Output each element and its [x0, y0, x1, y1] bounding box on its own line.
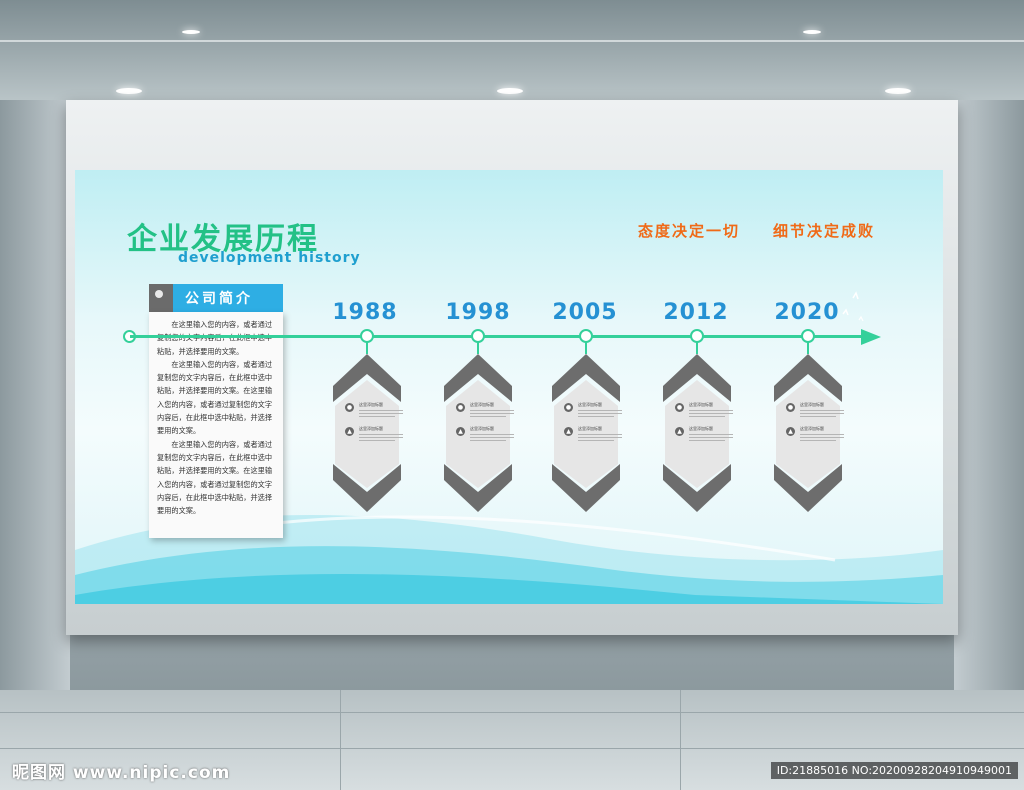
timeline-year: 2020 — [774, 300, 840, 325]
intro-title: 公司简介 — [185, 291, 253, 307]
timeline-item: ▲ 这里添加标题 — [786, 426, 844, 448]
board-graphic: 企业发展历程 development history 态度决定一切 细节决定成败… — [75, 170, 943, 604]
intro-tab-pin — [149, 284, 173, 312]
timeline-year: 1988 — [332, 300, 398, 325]
floor-tile-line — [0, 748, 1024, 749]
intro-box: 在这里输入您的内容，或者通过复制您的文字内容后，在此框中选中粘贴，并选择要用的文… — [149, 312, 283, 538]
timeline-item: ▲ 这里添加标题 — [345, 426, 403, 448]
timeline-item: ● 这里添加标题 — [564, 402, 622, 424]
user-icon: ● — [786, 403, 795, 412]
timeline-stem — [585, 342, 587, 354]
timeline-card: ● 这里添加标题 ▲ 这里添加标题 — [444, 354, 514, 512]
arrow-right-icon — [861, 329, 881, 345]
timeline-card: ● 这里添加标题 ▲ 这里添加标题 — [552, 354, 622, 512]
timeline-stem — [807, 342, 809, 354]
ceiling — [0, 0, 1024, 100]
watermark-id: ID:21885016 NO:20200928204910949001 — [770, 762, 1018, 779]
timeline-item: ● 这里添加标题 — [786, 402, 844, 424]
ceiling-light — [885, 88, 911, 94]
ceiling-light — [182, 30, 200, 34]
image-icon: ▲ — [564, 427, 573, 436]
timeline-node — [360, 329, 374, 343]
intro-paragraph: 在这里输入您的内容，或者通过复制您的文字内容后，在此框中选中粘贴，并选择要用的文… — [157, 359, 273, 436]
left-wall — [0, 100, 70, 690]
intro-paragraph: 在这里输入您的内容，或者通过复制您的文字内容后，在此框中选中粘贴，并选择要用的文… — [157, 439, 273, 516]
watermark-logo: 昵图网 www.nipic.com — [12, 763, 231, 783]
timeline-item: ● 这里添加标题 — [456, 402, 514, 424]
user-icon: ● — [345, 403, 354, 412]
ceiling-light — [116, 88, 142, 94]
timeline-year: 2012 — [663, 300, 729, 325]
timeline-card: ● 这里添加标题 ▲ 这里添加标题 — [663, 354, 733, 512]
timeline-node — [471, 329, 485, 343]
timeline-card: ● 这里添加标题 ▲ 这里添加标题 — [333, 354, 403, 512]
right-wall — [954, 100, 1024, 690]
ceiling-light — [497, 88, 523, 94]
image-icon: ▲ — [786, 427, 795, 436]
timeline-stem — [696, 342, 698, 354]
ceiling-light — [803, 30, 821, 34]
floor-tile-line — [340, 690, 341, 790]
timeline-stem — [366, 342, 368, 354]
image-icon: ▲ — [675, 427, 684, 436]
image-icon: ▲ — [345, 427, 354, 436]
timeline-card: ● 这里添加标题 ▲ 这里添加标题 — [774, 354, 844, 512]
timeline-line — [130, 335, 870, 338]
image-icon: ▲ — [456, 427, 465, 436]
timeline-node — [801, 329, 815, 343]
motto-details: 细节决定成败 — [773, 222, 876, 240]
timeline-item: ● 这里添加标题 — [675, 402, 733, 424]
timeline-stem — [477, 342, 479, 354]
user-icon: ● — [456, 403, 465, 412]
user-icon: ● — [564, 403, 573, 412]
floor-tile-line — [680, 690, 681, 790]
timeline-year: 2005 — [552, 300, 618, 325]
timeline-item: ● 这里添加标题 — [345, 402, 403, 424]
motto-attitude: 态度决定一切 — [638, 222, 741, 240]
floor-tile-line — [0, 712, 1024, 713]
timeline-node — [579, 329, 593, 343]
timeline-item: ▲ 这里添加标题 — [564, 426, 622, 448]
ceiling-beam — [0, 40, 1024, 42]
timeline-item: ▲ 这里添加标题 — [675, 426, 733, 448]
timeline-node — [690, 329, 704, 343]
user-icon: ● — [675, 403, 684, 412]
pin-icon — [155, 290, 163, 298]
timeline-item: ▲ 这里添加标题 — [456, 426, 514, 448]
timeline-year: 1998 — [445, 300, 511, 325]
board-subtitle: development history — [178, 250, 361, 266]
